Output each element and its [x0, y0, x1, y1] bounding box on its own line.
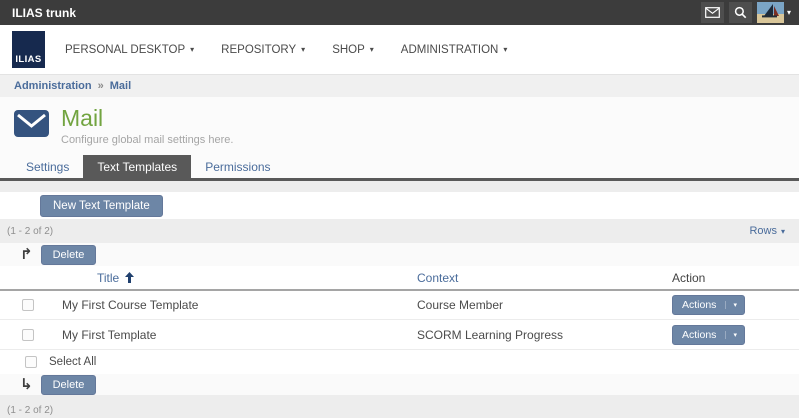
column-header-action: Action [650, 271, 799, 285]
table-row: My First Template SCORM Learning Progres… [0, 320, 799, 350]
breadcrumb-separator: » [98, 80, 104, 92]
ilias-logo[interactable]: ILIAS [12, 31, 45, 68]
page-description: Configure global mail settings here. [61, 134, 233, 146]
app-title: ILIAS trunk [12, 6, 696, 20]
tab-permissions[interactable]: Permissions [191, 155, 284, 178]
nav-item-administration[interactable]: ADMINISTRATION ▾ [401, 44, 508, 56]
main-navigation: ILIAS PERSONAL DESKTOP ▾ REPOSITORY ▾ SH… [0, 25, 799, 75]
rows-dropdown[interactable]: Rows ▾ [749, 225, 785, 237]
tab-bar: Settings Text Templates Permissions [0, 155, 799, 181]
user-menu-button[interactable]: ▾ [757, 2, 791, 23]
delete-button-bottom[interactable]: Delete [41, 375, 97, 395]
topbar: ILIAS trunk ▾ [0, 0, 799, 25]
row-checkbox[interactable] [22, 299, 34, 311]
template-title: My First Course Template [40, 298, 395, 312]
pagination-band-top: (1 - 2 of 2) Rows ▾ [0, 219, 799, 243]
nav-menu: PERSONAL DESKTOP ▾ REPOSITORY ▾ SHOP ▾ A… [65, 44, 534, 56]
nav-item-shop[interactable]: SHOP ▾ [332, 44, 374, 56]
pagination-band-bottom: (1 - 2 of 2) [0, 395, 799, 418]
caret-down-icon: ▾ [725, 331, 737, 339]
spacer [0, 181, 799, 192]
template-context: Course Member [395, 298, 650, 312]
caret-down-icon: ▾ [781, 227, 785, 236]
caret-down-icon: ▾ [787, 8, 791, 17]
caret-down-icon: ▾ [503, 45, 507, 54]
page-header: Mail Configure global mail settings here… [0, 97, 799, 155]
select-all-row: Select All [0, 350, 799, 374]
breadcrumb: Administration » Mail [0, 75, 799, 97]
tab-settings[interactable]: Settings [12, 155, 83, 178]
column-header-title[interactable]: Title [40, 271, 395, 285]
row-checkbox[interactable] [22, 329, 34, 341]
row-actions-button[interactable]: Actions ▾ [672, 295, 745, 315]
search-icon[interactable] [729, 2, 752, 23]
nav-item-repository[interactable]: REPOSITORY ▾ [221, 44, 305, 56]
table-header: Title Context Action [0, 266, 799, 291]
template-context: SCORM Learning Progress [395, 328, 650, 342]
nav-item-personal-desktop[interactable]: PERSONAL DESKTOP ▾ [65, 44, 194, 56]
apply-selection-top-icon: ↱ [20, 247, 33, 262]
column-header-context[interactable]: Context [395, 271, 650, 285]
mail-object-icon [14, 110, 49, 137]
caret-down-icon: ▾ [370, 45, 374, 54]
new-text-template-button[interactable]: New Text Template [40, 195, 163, 217]
caret-down-icon: ▾ [190, 45, 194, 54]
select-all-label: Select All [49, 356, 96, 368]
table-toolbar-top: ↱ Delete [0, 243, 799, 266]
avatar [757, 2, 784, 23]
row-actions-button[interactable]: Actions ▾ [672, 325, 745, 345]
select-all-checkbox[interactable] [25, 356, 37, 368]
apply-selection-bottom-icon: ↳ [20, 377, 33, 392]
caret-down-icon: ▾ [725, 301, 737, 309]
page-title: Mail [61, 106, 233, 131]
pagination-info: (1 - 2 of 2) [7, 226, 53, 237]
mail-icon[interactable] [701, 2, 724, 23]
table-toolbar-bottom: ↳ Delete [0, 374, 799, 395]
caret-down-icon: ▾ [301, 45, 305, 54]
table-row: My First Course Template Course Member A… [0, 291, 799, 320]
pagination-info: (1 - 2 of 2) [7, 405, 53, 416]
breadcrumb-mail[interactable]: Mail [110, 80, 131, 92]
sort-ascending-icon [125, 272, 134, 283]
breadcrumb-administration[interactable]: Administration [14, 80, 92, 92]
actions-panel: New Text Template [0, 192, 799, 219]
template-title: My First Template [40, 328, 395, 342]
tab-text-templates[interactable]: Text Templates [83, 155, 191, 178]
delete-button-top[interactable]: Delete [41, 245, 97, 265]
